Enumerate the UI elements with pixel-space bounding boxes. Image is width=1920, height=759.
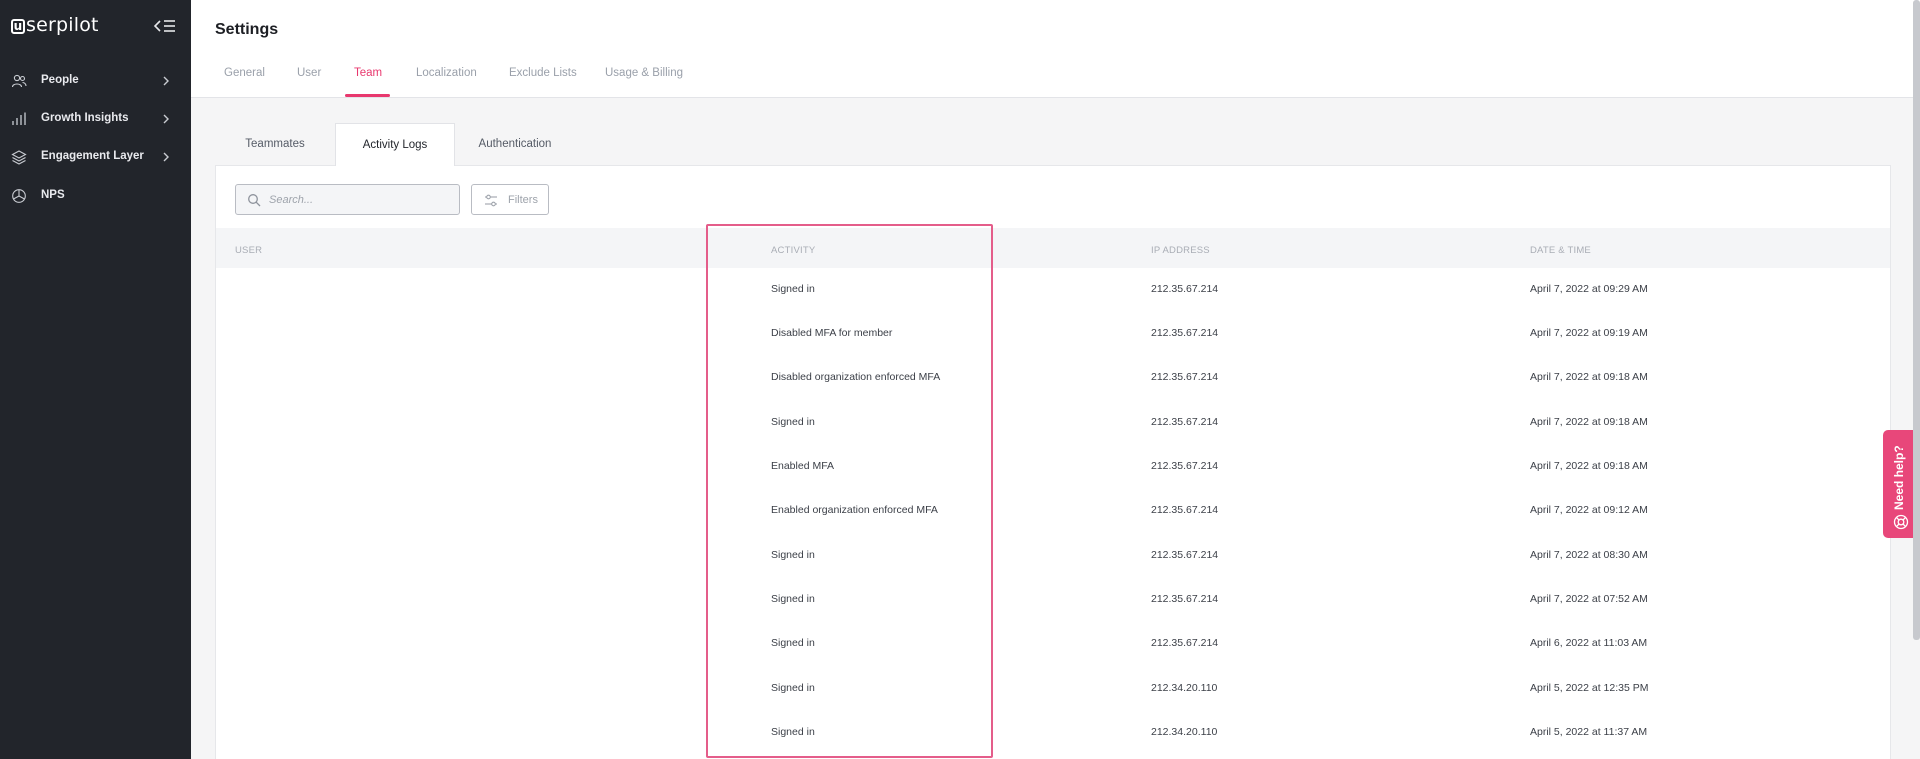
cell-activity: Signed in [771, 416, 815, 428]
cell-ip-address: 212.35.67.214 [1151, 460, 1219, 472]
tab-user[interactable]: User [297, 67, 321, 79]
cell-ip-address: 212.35.67.214 [1151, 549, 1219, 561]
page-scrollbar[interactable] [1913, 0, 1920, 640]
cell-date-time: April 7, 2022 at 09:12 AM [1530, 504, 1648, 516]
logo-text: serpilot [26, 14, 99, 36]
cell-activity: Signed in [771, 283, 815, 295]
cell-activity: Signed in [771, 593, 815, 605]
tab-team[interactable]: Team [354, 67, 382, 79]
cell-date-time: April 5, 2022 at 11:37 AM [1530, 726, 1648, 738]
cell-activity: Enabled organization enforced MFA [771, 504, 938, 516]
sidebar-item-people[interactable]: People [0, 66, 191, 96]
sidebar-item-label: Growth Insights [41, 112, 129, 124]
cell-date-time: April 7, 2022 at 09:18 AM [1530, 371, 1648, 383]
cell-ip-address: 212.35.67.214 [1151, 371, 1219, 383]
tab-localization[interactable]: Localization [416, 67, 477, 79]
chevron-right-icon [163, 152, 169, 162]
cell-activity: Signed in [771, 637, 815, 649]
table-row: Signed in 212.35.67.214 April 7, 2022 at… [216, 268, 1890, 312]
cell-activity: Disabled MFA for member [771, 327, 893, 339]
column-header-activity: ACTIVITY [771, 245, 816, 256]
lifebuoy-icon [1893, 514, 1909, 530]
filters-button[interactable]: Filters [471, 184, 549, 215]
column-header-user: USER [235, 245, 263, 256]
cell-activity: Signed in [771, 549, 815, 561]
cell-date-time: April 6, 2022 at 11:03 AM [1530, 637, 1648, 649]
cell-ip-address: 212.34.20.110 [1151, 682, 1218, 694]
table-row: Signed in 212.34.20.110 April 5, 2022 at… [216, 711, 1890, 755]
tab-usage-billing[interactable]: Usage & Billing [605, 67, 683, 79]
sidebar-item-nps[interactable]: NPS [0, 181, 191, 211]
filters-label: Filters [508, 194, 538, 206]
table-row: Enabled MFA 212.35.67.214 April 7, 2022 … [216, 445, 1890, 489]
cell-date-time: April 7, 2022 at 09:19 AM [1530, 327, 1648, 339]
table-row: Signed in 212.35.67.214 April 7, 2022 at… [216, 401, 1890, 445]
table-row: Signed in 212.35.67.214 April 7, 2022 at… [216, 578, 1890, 622]
activity-logs-panel: Filters USER ACTIVITY IP ADDRESS DATE & … [215, 165, 1891, 759]
table-row: Disabled MFA for member 212.35.67.214 Ap… [216, 312, 1890, 356]
app-logo[interactable]: u serpilot [11, 14, 99, 36]
sidebar-item-label: People [41, 74, 79, 86]
filter-sliders-icon [485, 194, 497, 207]
need-help-label: Need help? [1892, 445, 1906, 510]
people-icon [11, 74, 27, 88]
layers-icon [11, 150, 27, 165]
cell-date-time: April 7, 2022 at 09:18 AM [1530, 460, 1648, 472]
cell-date-time: April 7, 2022 at 07:52 AM [1530, 593, 1648, 605]
table-header: USER ACTIVITY IP ADDRESS DATE & TIME [216, 228, 1890, 268]
chevron-right-icon [163, 76, 169, 86]
subtab-authentication[interactable]: Authentication [455, 123, 575, 165]
subtab-teammates[interactable]: Teammates [215, 123, 335, 165]
subtab-activity-logs[interactable]: Activity Logs [335, 123, 455, 166]
cell-activity: Signed in [771, 682, 815, 694]
active-tab-indicator [345, 94, 390, 97]
search-input[interactable] [269, 191, 449, 209]
sidebar-item-engagement-layer[interactable]: Engagement Layer [0, 142, 191, 172]
table-row: Enabled organization enforced MFA 212.35… [216, 489, 1890, 533]
page-title: Settings [215, 21, 279, 38]
table-row: Signed in 212.34.20.110 April 5, 2022 at… [216, 667, 1890, 711]
cell-date-time: April 7, 2022 at 09:29 AM [1530, 283, 1648, 295]
cell-activity: Signed in [771, 726, 815, 738]
tab-general[interactable]: General [224, 67, 265, 79]
search-icon [248, 194, 261, 207]
table-row: Disabled organization enforced MFA 212.3… [216, 356, 1890, 400]
column-header-date-time: DATE & TIME [1530, 245, 1591, 256]
settings-header: Settings General User Team Localization … [191, 0, 1920, 98]
pie-icon [12, 189, 26, 203]
cell-ip-address: 212.35.67.214 [1151, 283, 1219, 295]
sidebar-item-growth-insights[interactable]: Growth Insights [0, 104, 191, 134]
logo-mark: u [11, 19, 25, 34]
chevron-right-icon [163, 114, 169, 124]
cell-activity: Disabled organization enforced MFA [771, 371, 941, 383]
tab-exclude-lists[interactable]: Exclude Lists [509, 67, 577, 79]
cell-ip-address: 212.34.20.110 [1151, 726, 1218, 738]
collapse-sidebar-icon[interactable] [153, 18, 177, 34]
cell-date-time: April 7, 2022 at 09:18 AM [1530, 416, 1648, 428]
search-box[interactable] [235, 184, 460, 215]
sidebar-item-label: NPS [41, 189, 65, 201]
cell-date-time: April 7, 2022 at 08:30 AM [1530, 549, 1648, 561]
cell-ip-address: 212.35.67.214 [1151, 416, 1219, 428]
table-row: Signed in 212.35.67.214 April 7, 2022 at… [216, 534, 1890, 578]
table-row: Signed in 212.35.67.214 April 6, 2022 at… [216, 622, 1890, 666]
cell-date-time: April 5, 2022 at 12:35 PM [1530, 682, 1649, 694]
cell-ip-address: 212.35.67.214 [1151, 637, 1219, 649]
cell-ip-address: 212.35.67.214 [1151, 504, 1219, 516]
sidebar-item-label: Engagement Layer [41, 150, 144, 162]
cell-ip-address: 212.35.67.214 [1151, 327, 1219, 339]
cell-ip-address: 212.35.67.214 [1151, 593, 1219, 605]
sidebar: u serpilot People Growth Insights Engage… [0, 0, 191, 759]
cell-activity: Enabled MFA [771, 460, 835, 472]
column-header-ip-address: IP ADDRESS [1151, 245, 1210, 256]
bar-chart-icon [12, 112, 26, 125]
